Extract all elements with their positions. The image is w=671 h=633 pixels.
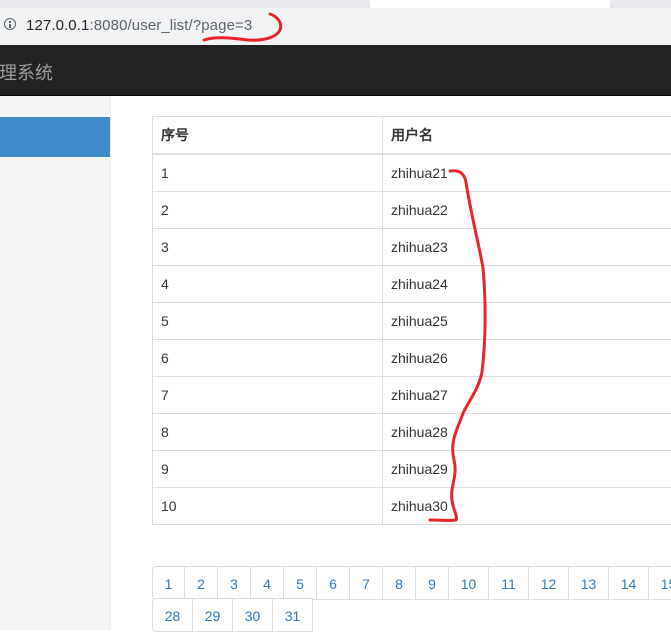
page-link[interactable]: 5 xyxy=(283,566,317,600)
table-row: 10zhihua30 xyxy=(153,488,671,525)
page-link[interactable]: 12 xyxy=(528,566,569,600)
table-row: 5zhihua25 xyxy=(153,303,671,340)
page-link[interactable]: 29 xyxy=(192,598,233,632)
pagination-row: 28 29 30 31 xyxy=(152,598,313,632)
page-link[interactable]: 7 xyxy=(349,566,383,600)
page-link[interactable]: 14 xyxy=(608,566,649,600)
page-link[interactable]: 4 xyxy=(250,566,284,600)
page-link[interactable]: 9 xyxy=(415,566,449,600)
page-link[interactable]: 13 xyxy=(568,566,609,600)
page-link[interactable]: 31 xyxy=(272,598,313,632)
cell-index: 5 xyxy=(153,303,383,340)
table-row: 7zhihua27 xyxy=(153,377,671,414)
table-row: 4zhihua24 xyxy=(153,266,671,303)
page-link[interactable]: 6 xyxy=(316,566,350,600)
page-link[interactable]: 10 xyxy=(448,566,489,600)
sidebar xyxy=(0,96,111,630)
cell-username: zhihua24 xyxy=(383,266,671,303)
page-link[interactable]: 28 xyxy=(152,598,193,632)
page-link[interactable]: 8 xyxy=(382,566,416,600)
page-link[interactable]: 1 xyxy=(152,566,185,600)
cell-index: 8 xyxy=(153,414,383,451)
column-header-username: 用户名 xyxy=(383,117,671,155)
navbar-brand[interactable]: 管理系统 xyxy=(0,59,53,85)
cell-username: zhihua27 xyxy=(383,377,671,414)
navbar: 管理系统 xyxy=(0,45,671,96)
page-link[interactable]: 11 xyxy=(488,566,529,600)
cell-username: zhihua30 xyxy=(383,488,671,525)
cell-username: zhihua29 xyxy=(383,451,671,488)
cell-username: zhihua26 xyxy=(383,340,671,377)
table-row: 9zhihua29 xyxy=(153,451,671,488)
table-row: 2zhihua22 xyxy=(153,192,671,229)
url-text[interactable]: 127.0.0.1:8080/user_list/?page=3 xyxy=(26,17,252,34)
table-header-row: 序号 用户名 xyxy=(153,117,671,155)
cell-index: 6 xyxy=(153,340,383,377)
page-link[interactable]: 2 xyxy=(184,566,218,600)
browser-tabstrip xyxy=(0,0,671,8)
cell-username: zhihua25 xyxy=(383,303,671,340)
cell-username: zhihua21 xyxy=(383,154,671,192)
table-row: 6zhihua26 xyxy=(153,340,671,377)
cell-index: 2 xyxy=(153,192,383,229)
cell-username: zhihua22 xyxy=(383,192,671,229)
sidebar-item-active[interactable] xyxy=(0,117,110,157)
address-bar[interactable]: 127.0.0.1:8080/user_list/?page=3 xyxy=(0,8,671,45)
table-row: 3zhihua23 xyxy=(153,229,671,266)
table-row: 1zhihua21 xyxy=(153,154,671,192)
page-link[interactable]: 15 xyxy=(648,566,671,600)
page-link[interactable]: 30 xyxy=(232,598,273,632)
pagination-row: 1 2 3 4 5 6 7 8 9 10 11 12 13 14 15 xyxy=(152,566,671,600)
table-row: 8zhihua28 xyxy=(153,414,671,451)
cell-username: zhihua28 xyxy=(383,414,671,451)
cell-index: 9 xyxy=(153,451,383,488)
cell-index: 4 xyxy=(153,266,383,303)
cell-index: 10 xyxy=(153,488,383,525)
user-table: 序号 用户名 1zhihua21 2zhihua22 3zhihua23 4zh… xyxy=(152,116,671,525)
page-link[interactable]: 3 xyxy=(217,566,251,600)
cell-username: zhihua23 xyxy=(383,229,671,266)
url-path: :8080/user_list/?page=3 xyxy=(89,17,252,34)
browser-tab[interactable] xyxy=(0,0,370,8)
browser-tab[interactable] xyxy=(610,0,671,8)
info-icon[interactable] xyxy=(4,18,16,30)
url-host: 127.0.0.1 xyxy=(26,17,89,34)
cell-index: 7 xyxy=(153,377,383,414)
column-header-index: 序号 xyxy=(153,117,383,155)
browser-tab-active[interactable] xyxy=(370,0,610,8)
cell-index: 1 xyxy=(153,154,383,192)
cell-index: 3 xyxy=(153,229,383,266)
